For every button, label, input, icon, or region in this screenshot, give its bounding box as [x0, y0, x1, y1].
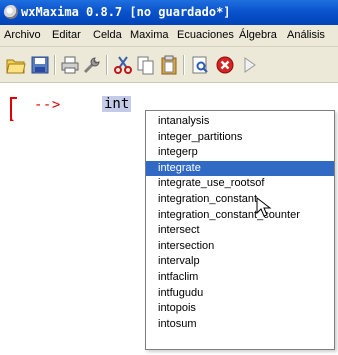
input-prompt: -->: [34, 97, 61, 113]
menu-editar[interactable]: Editar: [52, 29, 81, 41]
autocomplete-popup[interactable]: intanalysis integer_partitions integerp …: [145, 110, 335, 350]
toolbar-separator: [54, 55, 55, 75]
autocomplete-item[interactable]: intersection: [146, 239, 334, 255]
autocomplete-item[interactable]: integer_partitions: [146, 130, 334, 146]
open-icon[interactable]: [6, 55, 26, 75]
autocomplete-item[interactable]: integerp: [146, 145, 334, 161]
preferences-icon[interactable]: [82, 55, 102, 75]
title-bar: wxMaxima 0.8.7 [no guardado*]: [0, 0, 338, 25]
cell-input[interactable]: int: [102, 96, 132, 112]
menu-analisis[interactable]: Análisis: [287, 29, 325, 41]
autocomplete-item[interactable]: integration_constant_counter: [146, 208, 334, 224]
menu-celda[interactable]: Celda: [93, 29, 122, 41]
toolbar: [0, 47, 338, 83]
autocomplete-item[interactable]: intfugudu: [146, 286, 334, 302]
autocomplete-item[interactable]: intopois: [146, 301, 334, 317]
autocomplete-item[interactable]: intosum: [146, 317, 334, 333]
menu-algebra[interactable]: Álgebra: [239, 29, 277, 41]
interrupt-icon[interactable]: [215, 55, 235, 75]
toolbar-separator: [183, 55, 184, 75]
select-all-icon[interactable]: [190, 55, 210, 75]
save-icon[interactable]: [30, 55, 50, 75]
menu-archivo[interactable]: Archivo: [4, 29, 41, 41]
cut-icon[interactable]: [113, 55, 133, 75]
autocomplete-item-selected[interactable]: integrate: [146, 160, 334, 177]
autocomplete-item[interactable]: intanalysis: [146, 114, 334, 130]
autocomplete-item[interactable]: intfaclim: [146, 270, 334, 286]
next-icon[interactable]: [240, 55, 260, 75]
paste-icon[interactable]: [159, 55, 179, 75]
window-title: wxMaxima 0.8.7 [no guardado*]: [21, 5, 231, 19]
copy-icon[interactable]: [136, 55, 156, 75]
autocomplete-item[interactable]: intersect: [146, 223, 334, 239]
autocomplete-item[interactable]: integrate_use_rootsof: [146, 176, 334, 192]
menu-ecuaciones[interactable]: Ecuaciones: [177, 29, 234, 41]
autocomplete-item[interactable]: intervalp: [146, 254, 334, 270]
wxmaxima-app-icon: [4, 5, 18, 19]
autocomplete-item[interactable]: integration_constant: [146, 192, 334, 208]
cell-bracket[interactable]: [10, 97, 17, 121]
print-icon[interactable]: [60, 55, 80, 75]
autocomplete-list: intanalysis integer_partitions integerp …: [146, 111, 334, 332]
toolbar-separator: [106, 55, 107, 75]
menu-bar: Archivo Editar Celda Maxima Ecuaciones Á…: [0, 25, 338, 47]
menu-maxima[interactable]: Maxima: [130, 29, 169, 41]
